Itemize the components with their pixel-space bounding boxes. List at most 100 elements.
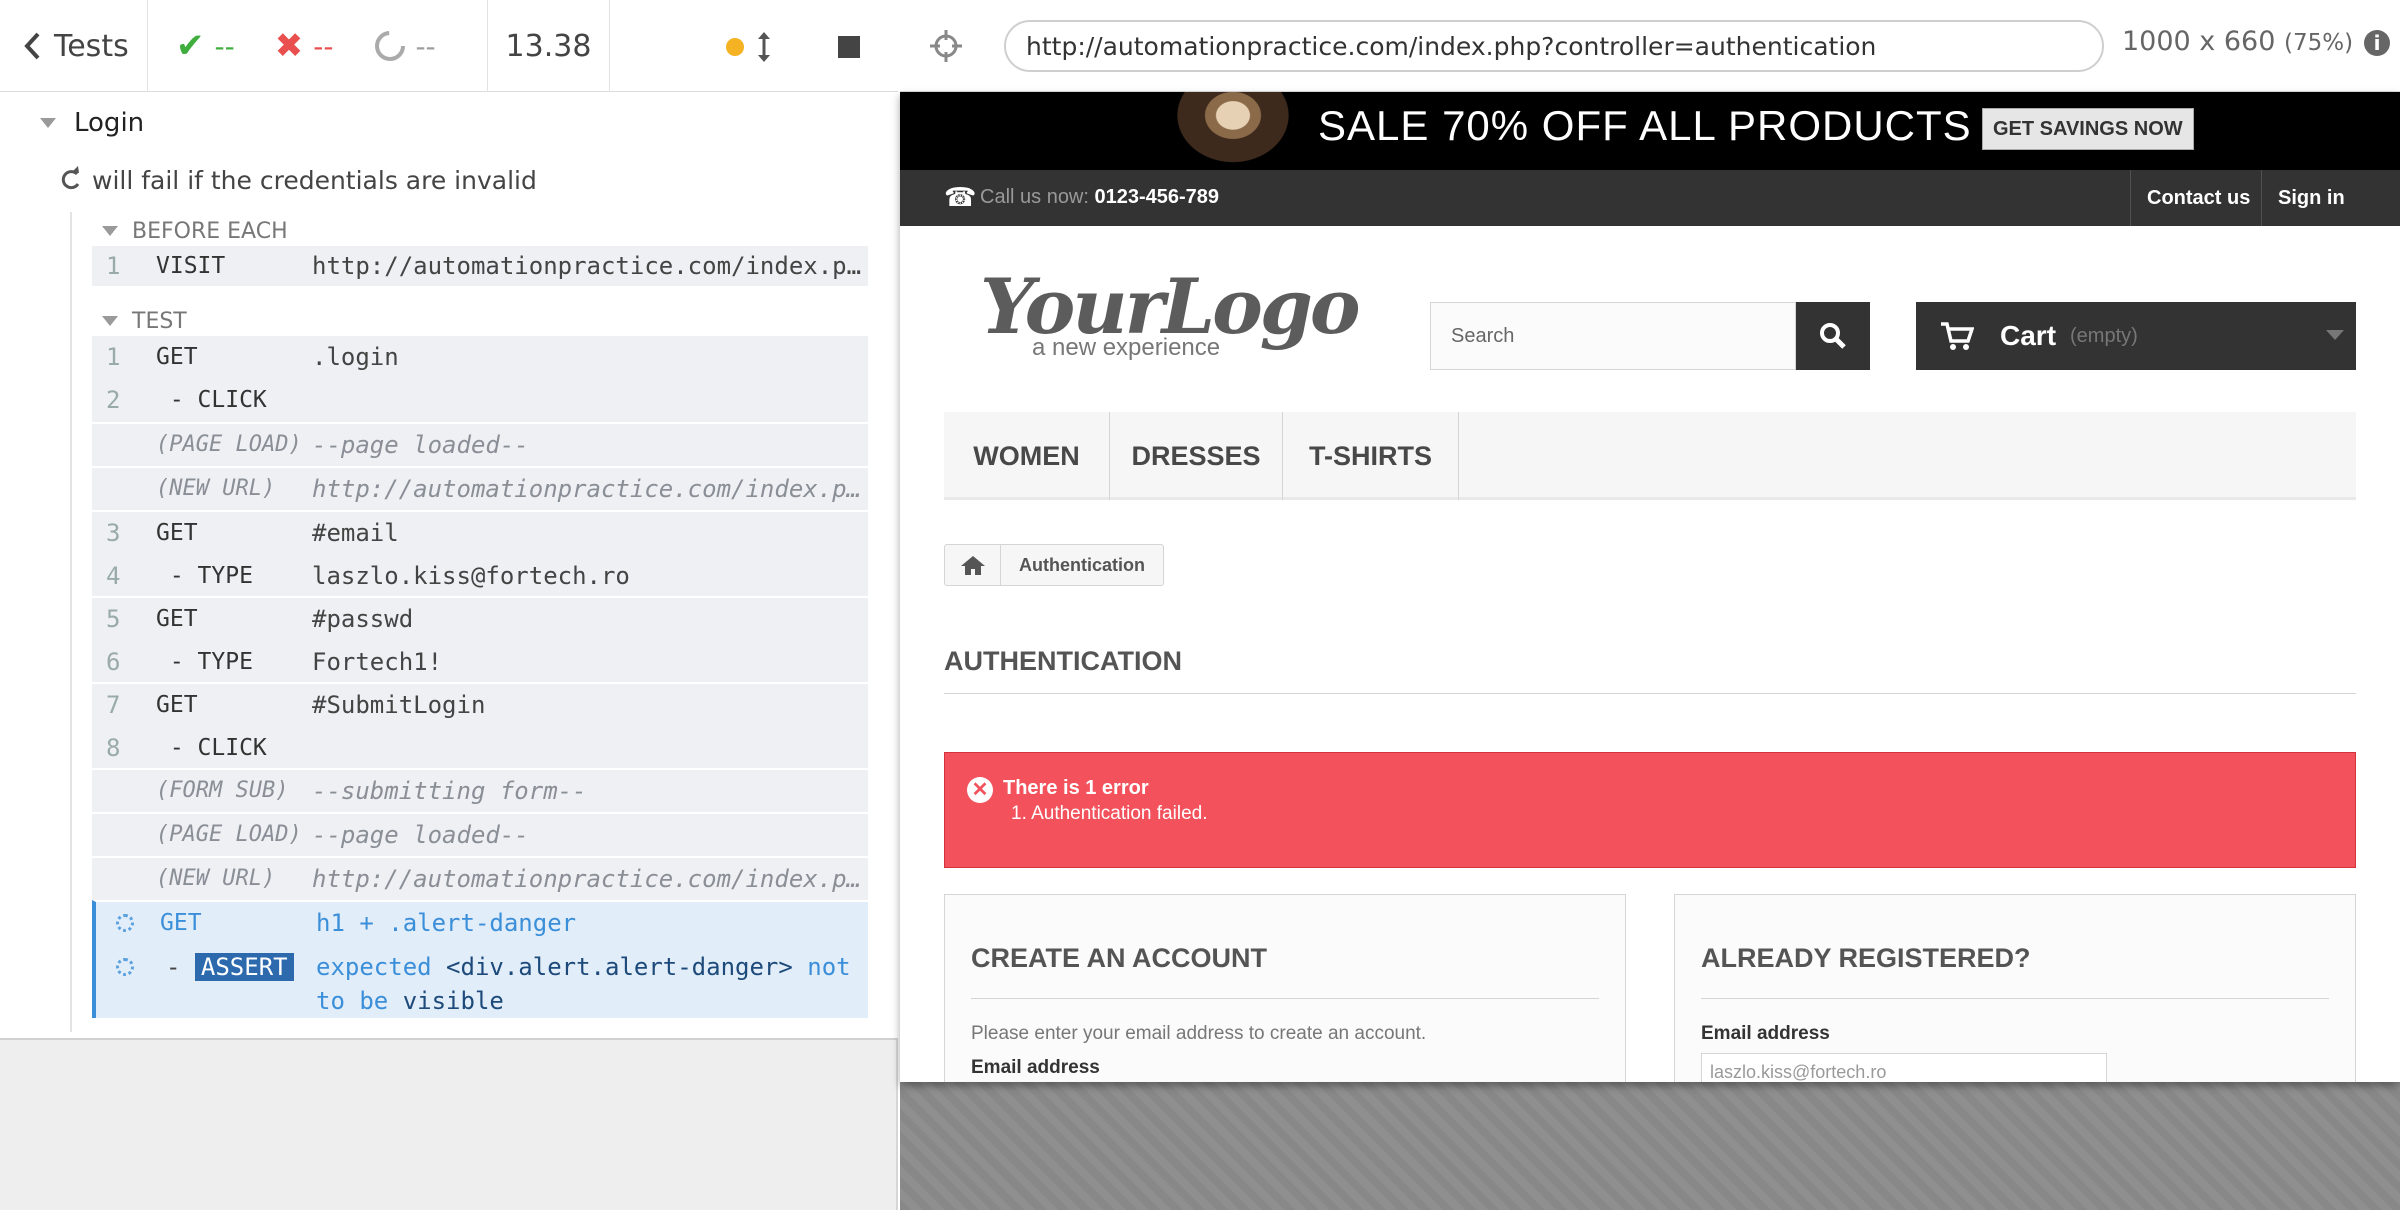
sign-in-link[interactable]: Sign in (2261, 170, 2361, 226)
event-message: --page loaded-- (312, 431, 529, 459)
command-row[interactable]: GET h1 + .alert-danger (96, 902, 868, 944)
page-title: AUTHENTICATION (944, 646, 2356, 694)
command-name: - CLICK (156, 735, 267, 761)
menu-item-tshirts[interactable]: T-SHIRTS (1283, 412, 1459, 500)
command-message: #passwd (312, 605, 414, 633)
assert-visible: visible (402, 987, 504, 1015)
command-row[interactable]: 8 - CLICK (92, 727, 868, 770)
pending-command-group: GET h1 + .alert-danger - ASSERT expected… (92, 900, 868, 1018)
command-row[interactable]: 3 GET #email (92, 512, 868, 555)
command-row[interactable]: 1 GET .login (92, 336, 868, 379)
create-email-label: Email address (971, 1057, 1100, 1078)
passed-stat: ✔ -- (176, 26, 235, 66)
search-placeholder: Search (1451, 324, 1515, 347)
assert-badge: ASSERT (194, 953, 294, 981)
viewport-size: 1000 x 660 (2122, 26, 2276, 57)
command-row[interactable]: 5 GET #passwd (92, 598, 868, 641)
assert-to-be: to be (316, 987, 389, 1015)
scroll-toggle-icon[interactable] (756, 30, 772, 64)
call-label: Call us now: (980, 186, 1089, 208)
stop-icon[interactable] (838, 36, 860, 58)
hook-header[interactable]: BEFORE EACH (0, 214, 898, 248)
logo[interactable]: YourLogo a new experience (980, 262, 1361, 372)
event-row[interactable]: (PAGE LOAD) --page loaded-- (92, 812, 868, 856)
cart-status: (empty) (2070, 324, 2138, 347)
alert-title: There is 1 error (1003, 777, 1149, 799)
command-number: 2 (106, 386, 121, 414)
menu-item-dresses[interactable]: DRESSES (1110, 412, 1283, 500)
search-input[interactable]: Search (1430, 302, 1796, 370)
test-label: TEST (132, 308, 187, 334)
info-icon[interactable]: i (2364, 30, 2390, 56)
test-title: will fail if the credentials are invalid (92, 165, 537, 195)
command-name: GET (160, 910, 202, 936)
command-group: 1 GET .login 2 - CLICK (92, 336, 868, 422)
caret-down-icon (2326, 330, 2344, 340)
command-message: #SubmitLogin (312, 691, 486, 719)
refresh-icon (61, 166, 80, 190)
event-row[interactable]: (NEW URL) http://automationpractice.com/… (92, 466, 868, 510)
event-row[interactable]: (NEW URL) http://automationpractice.com/… (92, 856, 868, 900)
command-name: GET (156, 520, 198, 546)
event-row[interactable]: (PAGE LOAD) --page loaded-- (92, 422, 868, 466)
command-message: http://automationpractice.com/index.php?… (312, 252, 862, 280)
app-under-test-panel: http://automationpractice.com/index.php?… (900, 0, 2400, 1210)
running-indicator-icon (726, 38, 744, 56)
assert-expected: expected (316, 953, 432, 981)
command-number: 1 (106, 252, 121, 280)
aut-header: http://automationpractice.com/index.php?… (900, 0, 2400, 92)
duration-display: 13.38 (488, 0, 610, 92)
main-menu: WOMEN DRESSES T-SHIRTS (944, 412, 2356, 500)
get-savings-button[interactable]: GET SAVINGS NOW (1982, 108, 2194, 150)
menu-item-women[interactable]: WOMEN (944, 412, 1110, 500)
back-label: Tests (54, 28, 129, 64)
command-message: Fortech1! (312, 648, 443, 676)
cart-button[interactable]: Cart (empty) (1916, 302, 2356, 370)
command-row[interactable]: 1 VISIT http://automationpractice.com/in… (92, 246, 868, 286)
event-name: (PAGE LOAD) (156, 432, 302, 457)
command-row[interactable]: 6 - TYPE Fortech1! (92, 641, 868, 684)
selector-playground-icon[interactable] (928, 28, 964, 64)
contact-us-link[interactable]: Contact us (2130, 170, 2266, 226)
command-row[interactable]: 7 GET #SubmitLogin (92, 684, 868, 727)
command-name: - TYPE (156, 563, 253, 589)
search-button[interactable] (1796, 302, 1870, 370)
login-email-field[interactable]: laszlo.kiss@fortech.ro (1701, 1053, 2107, 1082)
command-name: VISIT (156, 253, 226, 279)
cart-label: Cart (2000, 320, 2057, 351)
test-row[interactable]: will fail if the credentials are invalid (0, 162, 898, 198)
test-runner-panel: Tests ✔ -- ✖ -- -- 13.38 Login will fail… (0, 0, 898, 1210)
spinner-icon (116, 914, 134, 932)
already-registered-title: ALREADY REGISTERED? (1701, 943, 2329, 999)
phone-icon: ☎ (944, 182, 977, 212)
breadcrumb-current: Authentication (1019, 554, 1145, 575)
command-row[interactable]: 2 - CLICK (92, 379, 868, 422)
alert-message: 1. Authentication failed. (1011, 803, 1208, 824)
suite-row[interactable]: Login (0, 106, 898, 140)
command-number: 5 (106, 605, 121, 633)
command-message: #email (312, 519, 399, 547)
back-to-tests-button[interactable]: Tests (0, 0, 148, 92)
url-bar[interactable]: http://automationpractice.com/index.php?… (1004, 20, 2104, 72)
assert-row[interactable]: - ASSERT expected <div.alert.alert-dange… (96, 946, 868, 1020)
spinner-icon (116, 958, 134, 976)
command-group: 3 GET #email 4 - TYPE laszlo.kiss@fortec… (92, 510, 868, 596)
banner-image (1168, 92, 1298, 170)
command-message: h1 + .alert-danger (316, 909, 577, 937)
pending-circle-icon (375, 31, 406, 61)
breadcrumb-home[interactable] (945, 545, 1001, 585)
cart-icon (1941, 322, 1974, 350)
command-row[interactable]: 4 - TYPE laszlo.kiss@fortech.ro (92, 555, 868, 598)
event-name: (NEW URL) (156, 476, 276, 501)
viewport-scale: (75%) (2284, 30, 2354, 56)
error-alert: ✕ There is 1 error 1. Authentication fai… (944, 752, 2356, 868)
event-row[interactable]: (FORM SUB) --submitting form-- (92, 768, 868, 812)
suite-title: Login (74, 108, 145, 138)
event-name: (NEW URL) (156, 866, 276, 891)
command-group: 5 GET #passwd 6 - TYPE Fortech1! (92, 596, 868, 682)
event-name: (FORM SUB) (156, 778, 289, 803)
duration-value: 13.38 (505, 28, 592, 64)
sale-banner[interactable]: SALE 70% OFF ALL PRODUCTS GET SAVINGS NO… (900, 92, 2400, 170)
test-body-header[interactable]: TEST (0, 304, 898, 338)
already-registered-box: ALREADY REGISTERED? Email address laszlo… (1674, 894, 2356, 1082)
